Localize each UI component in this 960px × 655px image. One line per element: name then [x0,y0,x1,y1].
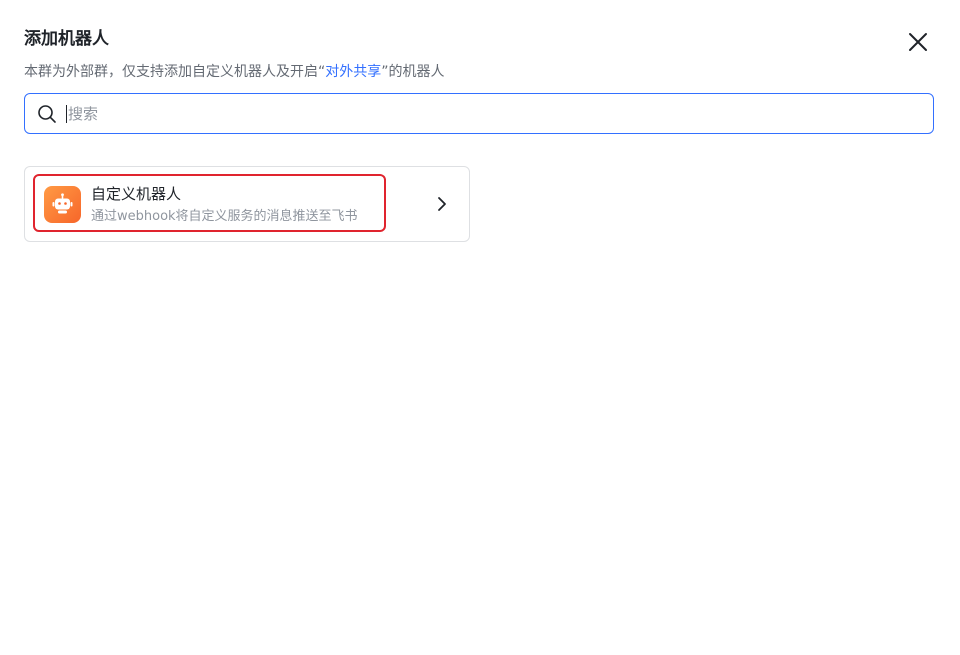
bot-description: 通过webhook将自定义服务的消息推送至飞书 [91,209,358,224]
dialog-title: 添加机器人 [24,29,109,49]
chevron-right-icon [438,197,446,211]
search-icon [38,104,56,123]
robot-icon [44,186,81,223]
dialog-subtitle: 本群为外部群，仅支持添加自定义机器人及开启“对外共享”的机器人 [24,62,445,82]
add-bot-dialog: 添加机器人 本群为外部群，仅支持添加自定义机器人及开启“对外共享”的机器人 搜索… [0,0,960,655]
close-icon[interactable] [906,30,930,54]
external-share-link[interactable]: 对外共享 [325,64,381,80]
bot-name: 自定义机器人 [91,185,182,203]
search-input[interactable] [67,104,888,123]
subtitle-prefix: 本群为外部群，仅支持添加自定义机器人及开启“ [24,64,326,80]
subtitle-suffix: ”的机器人 [381,64,445,80]
bot-card-custom[interactable]: 自定义机器人 通过webhook将自定义服务的消息推送至飞书 [24,166,470,242]
search-box[interactable] [24,93,934,134]
